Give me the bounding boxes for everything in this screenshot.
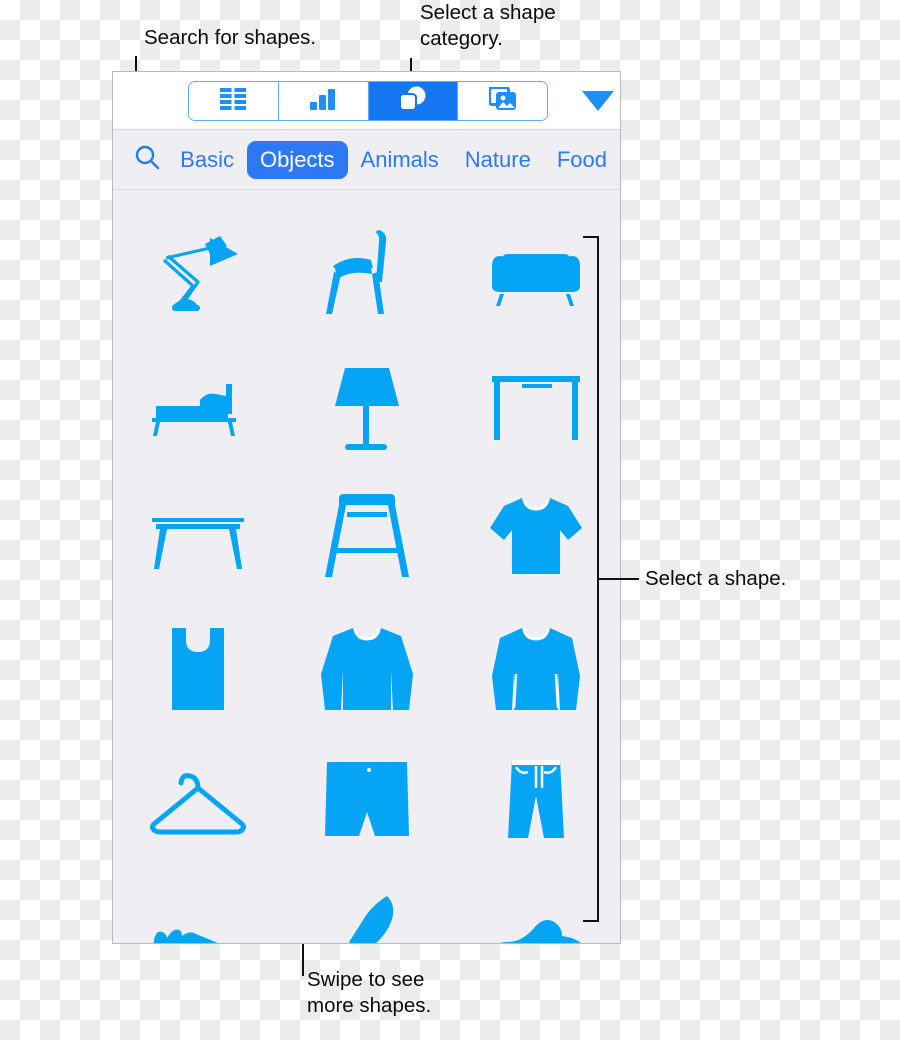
search-button[interactable] (127, 144, 167, 175)
insert-type-segmented-control[interactable] (188, 81, 548, 121)
category-basic[interactable]: Basic (167, 141, 247, 179)
shapes-icon (398, 86, 427, 117)
shape-shorts[interactable] (292, 734, 442, 866)
shape-desk-lamp[interactable] (123, 206, 273, 338)
shape-bed[interactable] (123, 338, 273, 470)
chevron-down-icon (582, 91, 614, 111)
shape-tank-top[interactable] (123, 602, 273, 734)
shape-category-bar: Basic Objects Animals Nature Food (113, 130, 620, 190)
insert-toolbar (113, 72, 620, 130)
category-food[interactable]: Food (544, 141, 620, 179)
shape-sweatshirt[interactable] (292, 602, 442, 734)
shape-callout: Select a shape. (645, 567, 787, 590)
swipe-callout: Swipe to see more shapes. (307, 968, 432, 1017)
segment-media[interactable] (458, 82, 547, 120)
segment-chart[interactable] (278, 82, 369, 120)
shape-table-lamp[interactable] (292, 338, 442, 470)
search-icon (134, 144, 160, 175)
category-callout: Select a shape category. (420, 1, 556, 50)
shape-bar-stool[interactable] (292, 470, 442, 602)
collapse-button[interactable] (568, 72, 620, 130)
media-icon (487, 85, 517, 116)
category-objects[interactable]: Objects (246, 140, 348, 179)
table-icon (220, 87, 247, 115)
category-nature[interactable]: Nature (452, 141, 544, 179)
shape-selection-bracket (583, 236, 599, 922)
search-callout: Search for shapes. (144, 26, 317, 49)
segment-table[interactable] (189, 82, 279, 120)
segment-shapes[interactable] (368, 82, 459, 120)
shape-coffee-table[interactable] (123, 470, 273, 602)
chart-icon (309, 88, 337, 115)
shape-grid (113, 190, 620, 943)
shape-sneaker[interactable] (123, 866, 273, 943)
shape-callout-leader (599, 578, 639, 580)
shape-picker-panel: Basic Objects Animals Nature Food (112, 71, 621, 944)
category-animals[interactable]: Animals (348, 141, 452, 179)
shape-chair[interactable] (292, 206, 442, 338)
shape-clothes-hanger[interactable] (123, 734, 273, 866)
shape-high-heel-shoe[interactable] (292, 866, 442, 943)
